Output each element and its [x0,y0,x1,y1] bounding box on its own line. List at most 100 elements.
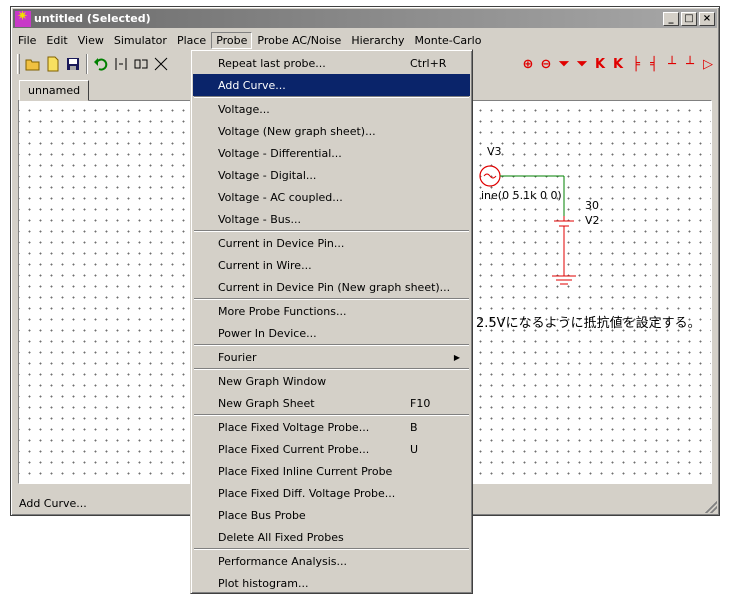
menu-item-label: Voltage - Differential... [218,146,342,160]
menu-item-shortcut: U [410,442,419,456]
menu-item-new-graph-window[interactable]: New Graph Window [193,370,470,392]
menu-item-repeat-last-probe[interactable]: Repeat last probe... Ctrl+R [193,52,470,74]
app-icon [15,9,31,27]
menu-item-label: Place Fixed Inline Current Probe [218,464,393,478]
menu-view[interactable]: View [73,32,109,49]
annotation-text[interactable]: 2.5Vになるように抵抗値を設定する。 [476,312,701,331]
open-folder-icon[interactable] [23,54,43,74]
menu-item-new-graph-sheet[interactable]: New Graph Sheet F10 [193,392,470,414]
menu-item-label: Place Fixed Current Probe... [218,442,370,456]
menu-item-power-in-device[interactable]: Power In Device... [193,322,470,344]
menu-item-label: Place Fixed Voltage Probe... [218,420,370,434]
menu-item-voltage-ac-coupled[interactable]: Voltage - AC coupled... [193,186,470,208]
opamp-icon[interactable]: ▷ [699,54,717,74]
menu-item-label: Voltage... [218,102,270,116]
menu-item-label: Voltage - AC coupled... [218,190,343,204]
menu-item-voltage-bus[interactable]: Voltage - Bus... [193,208,470,230]
menu-item-label: Current in Device Pin (New graph sheet).… [218,280,451,294]
menu-item-label: New Graph Window [218,374,327,388]
menu-item-label: Plot histogram... [218,576,309,590]
nmos-icon[interactable]: ╞ [627,54,645,74]
menu-item-plot-histogram[interactable]: Plot histogram... [193,572,470,594]
menu-item-fourier[interactable]: Fourier ▶ [193,346,470,368]
close-button[interactable]: × [699,11,715,26]
voltage-source-icon[interactable]: ⊕ [519,54,537,74]
menu-item-shortcut: Ctrl+R [410,56,447,70]
menu-item-label: Current in Device Pin... [218,236,345,250]
menu-item-performance-analysis[interactable]: Performance Analysis... [193,550,470,572]
probe-menu-dropdown: Repeat last probe... Ctrl+R Add Curve... Vo… [190,49,473,594]
v3-value[interactable]: ine(0 5.1k 0 0) [481,189,562,202]
pnp-transistor-icon[interactable]: K [609,54,627,74]
v3-label[interactable]: V3 [487,145,502,158]
undo-icon[interactable] [91,54,111,74]
menu-probe[interactable]: Probe [211,32,253,49]
wire-tool-icon[interactable] [151,54,171,74]
menu-item-label: Delete All Fixed Probes [218,530,344,544]
menu-file[interactable]: File [13,32,41,49]
pjfet-icon[interactable]: ┴ [681,54,699,74]
title-bar: untitled (Selected) _ □ × [13,9,717,28]
pmos-icon[interactable]: ╡ [645,54,663,74]
new-file-icon[interactable] [43,54,63,74]
sine-wave-icon [483,173,497,179]
menu-item-place-fixed-current-probe[interactable]: Place Fixed Current Probe... U [193,438,470,460]
menu-item-label: Place Fixed Diff. Voltage Probe... [218,486,396,500]
menu-item-place-fixed-inline-current-probe[interactable]: Place Fixed Inline Current Probe [193,460,470,482]
menu-item-label: Voltage - Digital... [218,168,317,182]
window-title: untitled (Selected) [34,12,151,25]
menu-bar: File Edit View Simulator Place Probe Probe AC/… [13,31,717,50]
zener-diode-icon[interactable]: ⏷ [573,54,591,74]
current-source-icon[interactable]: ⊖ [537,54,555,74]
diode-icon[interactable]: ⏷ [555,54,573,74]
resize-grip[interactable] [705,501,717,513]
submenu-arrow-icon: ▶ [453,352,460,362]
menu-item-shortcut: B [410,420,418,434]
menu-item-label: Repeat last probe... [218,56,326,70]
menu-item-label: Add Curve... [218,78,286,92]
v2-label[interactable]: V2 [585,214,600,227]
tab-label: unnamed [28,84,81,97]
maximize-button[interactable]: □ [681,11,697,26]
menu-simulator[interactable]: Simulator [109,32,172,49]
flip-icon[interactable] [131,54,151,74]
toolbar-grip[interactable] [17,54,20,74]
menu-item-current-in-device-pin[interactable]: Current in Device Pin... [193,232,470,254]
menu-item-voltage-digital[interactable]: Voltage - Digital... [193,164,470,186]
tab-unnamed[interactable]: unnamed [19,80,89,101]
menu-probe-ac-noise[interactable]: Probe AC/Noise [252,32,346,49]
status-text: Add Curve... [19,496,87,510]
menu-item-label: Voltage (New graph sheet)... [218,124,376,138]
v2-value[interactable]: 30 [585,199,599,212]
menu-edit[interactable]: Edit [41,32,72,49]
menu-item-label: Power In Device... [218,326,317,340]
menu-item-place-fixed-voltage-probe[interactable]: Place Fixed Voltage Probe... B [193,416,470,438]
npn-transistor-icon[interactable]: K [591,54,609,74]
menu-item-current-in-wire[interactable]: Current in Wire... [193,254,470,276]
menu-item-label: New Graph Sheet [218,396,315,410]
menu-item-place-bus-probe[interactable]: Place Bus Probe [193,504,470,526]
menu-item-delete-all-fixed-probes[interactable]: Delete All Fixed Probes [193,526,470,548]
menu-item-add-curve[interactable]: Add Curve... [193,74,470,96]
menu-item-voltage-differential[interactable]: Voltage - Differential... [193,142,470,164]
menu-hierarchy[interactable]: Hierarchy [346,32,409,49]
save-icon[interactable] [63,54,83,74]
menu-item-more-probe-functions[interactable]: More Probe Functions... [193,300,470,322]
njfet-icon[interactable]: ┴ [663,54,681,74]
rotate-icon[interactable] [111,54,131,74]
menu-item-current-in-device-pin-new-graph-sheet[interactable]: Current in Device Pin (New graph sheet).… [193,276,470,298]
menu-item-shortcut: F10 [410,396,431,410]
toolbar-separator [86,54,88,74]
menu-item-voltage[interactable]: Voltage... [193,98,470,120]
menu-item-label: Place Bus Probe [218,508,306,522]
menu-item-label: Voltage - Bus... [218,212,301,226]
menu-item-label: More Probe Functions... [218,304,347,318]
menu-item-label: Current in Wire... [218,258,312,272]
menu-monte-carlo[interactable]: Monte-Carlo [410,32,487,49]
menu-item-place-fixed-diff-voltage-probe[interactable]: Place Fixed Diff. Voltage Probe... [193,482,470,504]
menu-item-label: Fourier [218,350,257,364]
menu-place[interactable]: Place [172,32,211,49]
menu-item-voltage-new-graph-sheet[interactable]: Voltage (New graph sheet)... [193,120,470,142]
menu-item-label: Performance Analysis... [218,554,348,568]
minimize-button[interactable]: _ [663,11,679,26]
